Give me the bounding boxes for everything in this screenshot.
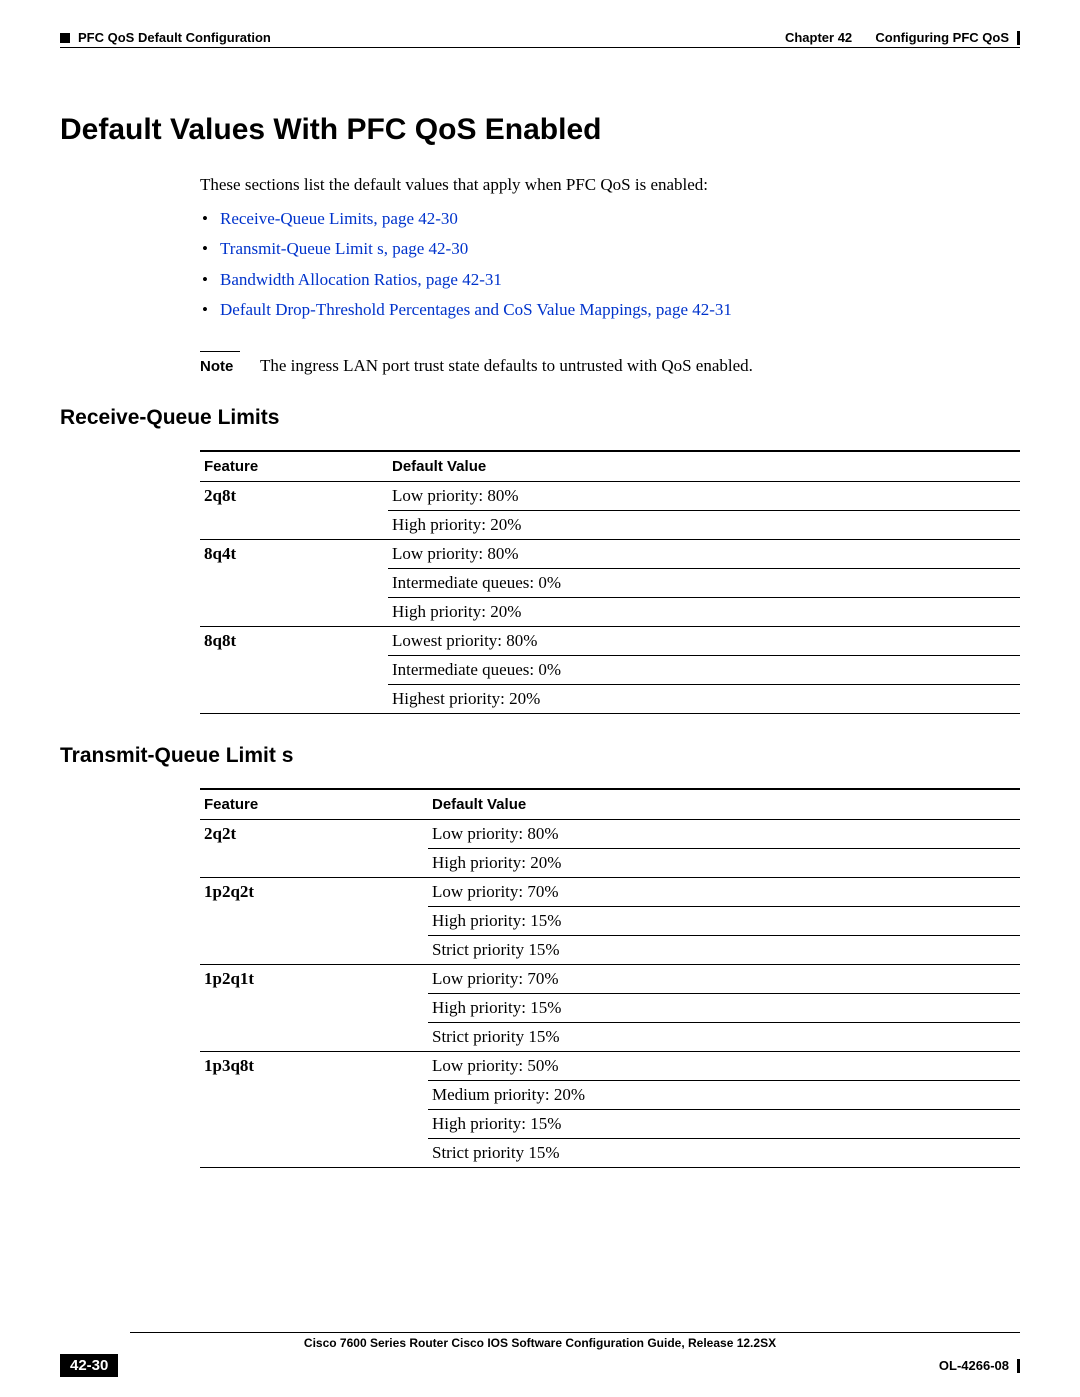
footer-bar-icon xyxy=(1017,1359,1020,1373)
table-row: 2q2tLow priority: 80% xyxy=(200,819,1020,848)
header-bar-icon xyxy=(1017,31,1020,45)
doc-id: OL-4266-08 xyxy=(939,1358,1009,1373)
table-header-feature: Feature xyxy=(200,789,428,820)
section-heading-rx: Receive-Queue Limits xyxy=(60,406,1020,430)
header-section-title: PFC QoS Default Configuration xyxy=(78,30,271,45)
table-header-value: Default Value xyxy=(388,451,1020,482)
page-number-badge: 42-30 xyxy=(60,1354,118,1377)
link-transmit-queue[interactable]: Transmit-Queue Limit s, page 42-30 xyxy=(220,239,468,258)
link-bandwidth[interactable]: Bandwidth Allocation Ratios, page 42-31 xyxy=(220,270,502,289)
page-title: Default Values With PFC QoS Enabled xyxy=(60,113,1020,147)
footer-book-title: Cisco 7600 Series Router Cisco IOS Softw… xyxy=(60,1336,1020,1350)
link-receive-queue[interactable]: Receive-Queue Limits, page 42-30 xyxy=(220,209,458,228)
table-header-feature: Feature xyxy=(200,451,388,482)
table-row: 8q8tLowest priority: 80% xyxy=(200,626,1020,655)
header-chapter-title: Configuring PFC QoS xyxy=(875,30,1009,45)
table-row: 8q4tLow priority: 80% xyxy=(200,539,1020,568)
table-row: 2q8tLow priority: 80% xyxy=(200,481,1020,510)
note-block: Note The ingress LAN port trust state de… xyxy=(200,351,1020,376)
transmit-queue-table: Feature Default Value 2q2tLow priority: … xyxy=(200,788,1020,1168)
page-footer: Cisco 7600 Series Router Cisco IOS Softw… xyxy=(60,1332,1020,1377)
table-row: 1p2q1tLow priority: 70% xyxy=(200,964,1020,993)
header-marker-icon xyxy=(60,33,70,43)
table-header-value: Default Value xyxy=(428,789,1020,820)
section-links: Receive-Queue Limits, page 42-30 Transmi… xyxy=(200,206,1020,323)
receive-queue-table: Feature Default Value 2q8tLow priority: … xyxy=(200,450,1020,714)
note-label: Note xyxy=(200,358,250,375)
table-row: 1p3q8tLow priority: 50% xyxy=(200,1051,1020,1080)
note-text: The ingress LAN port trust state default… xyxy=(260,356,753,376)
header-divider xyxy=(60,47,1020,48)
header-chapter: Chapter 42 xyxy=(785,30,852,45)
page-header: PFC QoS Default Configuration Chapter 42… xyxy=(60,30,1020,45)
link-drop-threshold[interactable]: Default Drop-Threshold Percentages and C… xyxy=(220,300,732,319)
section-heading-tx: Transmit-Queue Limit s xyxy=(60,744,1020,768)
intro-text: These sections list the default values t… xyxy=(200,172,1020,198)
table-row: 1p2q2tLow priority: 70% xyxy=(200,877,1020,906)
